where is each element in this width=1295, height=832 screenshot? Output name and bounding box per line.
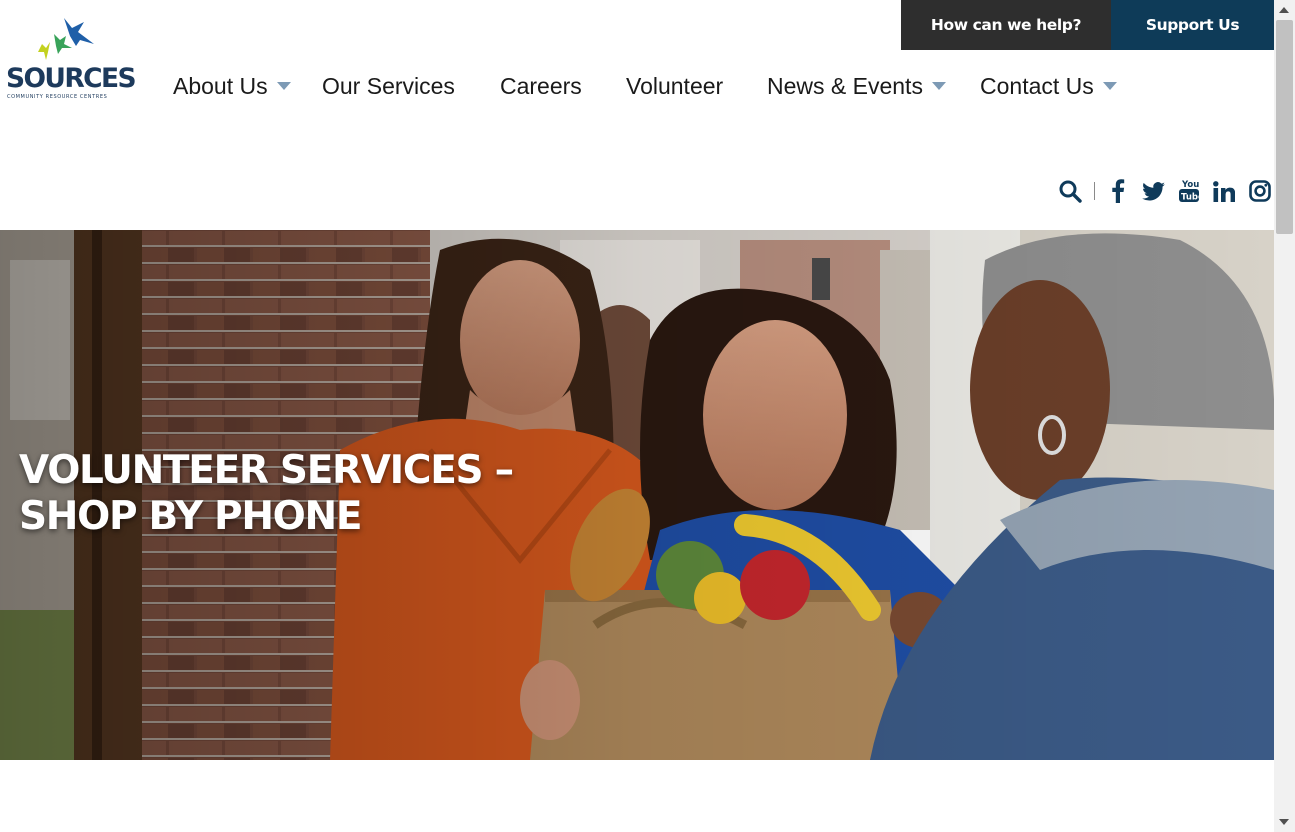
sources-logo[interactable]: SOURCES COMMUNITY RESOURCE CENTRES [4,14,137,102]
chevron-down-icon[interactable] [1102,82,1117,90]
nav-item-our-services[interactable]: Our Services [322,70,455,102]
how-can-we-help-button[interactable]: How can we help? [901,0,1111,50]
scrollbar-thumb[interactable] [1276,20,1293,234]
chevron-down-icon[interactable] [276,82,291,90]
hero-title: VOLUNTEER SERVICES – SHOP BY PHONE [19,448,514,539]
social-divider [1094,182,1095,200]
nav-item-label: Volunteer [626,72,724,99]
hero-banner: VOLUNTEER SERVICES – SHOP BY PHONE [0,230,1274,760]
nav-item-label: About Us [173,72,268,99]
nav-item-volunteer[interactable]: Volunteer [626,70,723,102]
logo-wordmark: SOURCES [6,63,137,94]
social-links: You Tube [1056,176,1272,206]
svg-text:You: You [1181,180,1199,190]
support-us-button[interactable]: Support Us [1111,0,1274,50]
nav-item-label: Our Services [322,72,455,99]
utility-bar: How can we help? Support Us [901,0,1274,50]
birds-logo-icon [38,18,94,60]
nav-item-contact-us[interactable]: Contact Us [980,70,1117,102]
instagram-icon[interactable] [1248,180,1272,202]
youtube-icon[interactable]: You Tube [1177,178,1201,204]
chevron-down-icon[interactable] [931,82,946,90]
logo-tagline: COMMUNITY RESOURCE CENTRES [7,94,108,100]
nav-item-about-us[interactable]: About Us [173,70,291,102]
nav-item-label: Contact Us [980,72,1094,99]
facebook-icon[interactable] [1107,179,1129,203]
nav-item-label: Careers [500,72,582,99]
svg-text:Tube: Tube [1181,193,1200,203]
linkedin-icon[interactable] [1212,180,1236,202]
scroll-down-icon[interactable] [1279,819,1289,825]
nav-item-news-events[interactable]: News & Events [767,70,946,102]
page-scrollbar[interactable] [1274,0,1295,832]
twitter-icon[interactable] [1141,181,1165,201]
nav-item-careers[interactable]: Careers [500,70,582,102]
scroll-up-icon[interactable] [1279,7,1289,13]
nav-item-label: News & Events [767,72,923,99]
search-icon[interactable] [1056,179,1084,203]
